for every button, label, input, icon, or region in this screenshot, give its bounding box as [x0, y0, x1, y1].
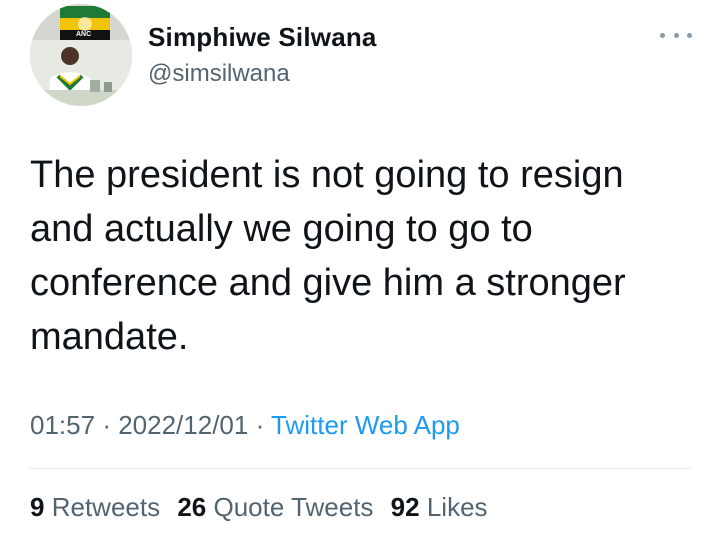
tweet-time[interactable]: 01:57 — [30, 410, 95, 440]
svg-text:ANC: ANC — [76, 31, 91, 38]
divider — [30, 468, 690, 469]
more-dots-icon — [687, 32, 692, 38]
tweet-stats: 9 Retweets 26 Quote Tweets 92 Likes — [30, 492, 498, 523]
retweets-count: 9 — [30, 492, 45, 522]
quote-tweets-label: Quote Tweets — [213, 492, 374, 522]
more-dots-icon — [660, 32, 665, 38]
author-handle[interactable]: @simsilwana — [148, 60, 290, 88]
likes-stat[interactable]: 92 Likes — [391, 492, 488, 522]
tweet-source-link[interactable]: Twitter Web App — [271, 410, 460, 440]
avatar-photo: ANC — [30, 4, 132, 106]
author-display-name[interactable]: Simphiwe Silwana — [148, 22, 377, 53]
likes-count: 92 — [390, 492, 420, 522]
more-options-button[interactable] — [660, 26, 692, 44]
quote-tweets-count: 26 — [177, 492, 207, 522]
tweet-meta: 01:57 · 2022/12/01 · Twitter Web App — [30, 410, 460, 441]
more-dots-icon — [673, 32, 679, 38]
meta-separator: · — [255, 410, 265, 440]
retweets-label: Retweets — [51, 492, 161, 522]
retweets-stat[interactable]: 9 Retweets — [30, 492, 160, 522]
avatar[interactable]: ANC — [30, 4, 132, 106]
meta-separator: · — [102, 410, 111, 440]
tweet-text: The president is not going to resign and… — [30, 154, 626, 358]
quote-tweets-stat[interactable]: 26 Quote Tweets — [177, 492, 373, 522]
likes-label: Likes — [426, 492, 488, 522]
tweet-date[interactable]: 2022/12/01 — [118, 410, 248, 440]
